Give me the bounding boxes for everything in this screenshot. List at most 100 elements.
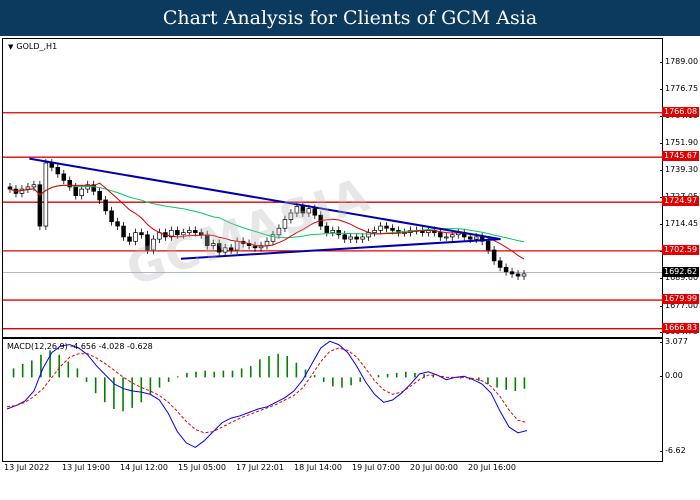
candle-body [372, 230, 377, 233]
level-price-flag: 1702.59 [662, 244, 700, 255]
candle-body [234, 240, 240, 251]
candle-body [252, 245, 258, 249]
candle-body [312, 208, 318, 216]
macd-panel[interactable]: MACD(12,26,9) -4.656 -4.028 -0.628 [2, 338, 663, 462]
time-tick-label: 19 Jul 07:00 [352, 463, 400, 472]
time-tick-label: 13 Jul 19:00 [62, 463, 110, 472]
candle-body [127, 236, 132, 242]
candle-body [7, 186, 13, 190]
macd-tick-label: 3.077 [660, 337, 700, 347]
price-tick-label: 1739.30 [660, 165, 700, 175]
candle-body [390, 227, 395, 231]
candle-body [450, 234, 455, 238]
macd-main-line [6, 340, 528, 448]
candle-body [133, 232, 138, 242]
macd-chart-svg [6, 340, 528, 448]
price-tick-label: 1789.00 [660, 57, 700, 67]
candle-body [473, 236, 479, 240]
candle-body [79, 188, 84, 196]
candle-body [342, 234, 347, 240]
candle-body [187, 230, 192, 233]
level-price-flag: 1666.83 [662, 322, 700, 333]
candle-body [491, 249, 497, 262]
time-tick-label: 13 Jul 2022 [4, 463, 50, 472]
candle-body [19, 188, 25, 194]
candle-body [193, 230, 198, 233]
time-tick-label: 20 Jul 16:00 [468, 463, 516, 472]
candle-body [139, 232, 144, 236]
candle-body [43, 162, 49, 227]
candle-body [300, 206, 306, 214]
candle-body [109, 210, 114, 223]
candle-body [204, 234, 210, 246]
chart-banner: Chart Analysis for Clients of GCM Asia [0, 0, 700, 36]
symbol-label: ▼ GOLD_,H1 [8, 42, 57, 51]
candle-body [121, 225, 126, 238]
candle-body [348, 236, 353, 240]
candle-body [198, 232, 204, 236]
price-axis: 1789.001776.751764.151751.901739.301727.… [660, 38, 700, 336]
candle-body [378, 225, 383, 231]
candle-body [282, 219, 288, 229]
candle-body [467, 236, 473, 240]
current-price-flag: 1692.62 [662, 266, 700, 277]
candle-body [360, 236, 365, 240]
macd-tick-label: -6.62 [660, 446, 700, 456]
candle-body [25, 186, 31, 190]
candle-body [515, 273, 521, 277]
candle-body [61, 173, 67, 181]
candle-body [509, 271, 515, 275]
candle-body [438, 232, 443, 238]
time-axis: 13 Jul 2022 13 Jul 19:00 14 Jul 12:00 15 Ju… [2, 461, 662, 475]
candle-body [503, 267, 509, 273]
time-tick-label: 14 Jul 12:00 [120, 463, 168, 472]
symbol-dropdown-icon[interactable]: ▼ [8, 43, 13, 51]
price-tick-label: 1776.75 [660, 84, 700, 94]
candle-body [216, 243, 222, 253]
candle-body [37, 184, 43, 227]
candle-body [103, 199, 108, 212]
time-tick-label: 15 Jul 05:00 [178, 463, 226, 472]
candle-body [444, 236, 449, 239]
macd-signal-line [6, 347, 528, 434]
candle-body [276, 227, 282, 236]
trendline-lower [180, 238, 501, 260]
level-price-flag: 1766.08 [662, 106, 700, 117]
time-tick-label: 18 Jul 14:00 [294, 463, 342, 472]
candle-body [497, 260, 503, 268]
candle-body [181, 232, 186, 236]
candle-body [222, 247, 228, 253]
candle-body [145, 234, 150, 251]
ma-slow-line [9, 184, 525, 243]
level-price-flag: 1679.99 [662, 294, 700, 305]
candle-body [264, 240, 270, 246]
level-price-flag: 1724.97 [662, 196, 700, 207]
candle-body [330, 230, 336, 233]
price-tick-label: 1714.45 [660, 219, 700, 229]
price-panel[interactable]: ▼ GOLD_,H1 [2, 38, 663, 338]
time-tick-label: 20 Jul 00:00 [410, 463, 458, 472]
candle-body [115, 221, 120, 227]
candle-body [210, 243, 216, 246]
candle-body [228, 247, 234, 251]
macd-label: MACD(12,26,9) -4.656 -4.028 -0.628 [7, 342, 153, 351]
candle-body [31, 184, 37, 188]
candle-body [55, 166, 61, 175]
macd-axis: 3.077 0.00 -6.62 [660, 337, 700, 460]
candle-body [521, 273, 527, 277]
candle-body [485, 240, 491, 251]
candle-body [324, 225, 330, 233]
price-chart-svg [3, 112, 662, 330]
symbol-text: GOLD_,H1 [16, 42, 58, 51]
time-tick-label: 17 Jul 22:01 [236, 463, 284, 472]
level-price-flag: 1745.67 [662, 151, 700, 162]
macd-tick-label: 0.00 [660, 371, 700, 381]
candle-body [384, 225, 389, 229]
chart-window: ▼GOLD_,H1 1789.001776.751764.151751.9017… [0, 36, 700, 500]
candle-body [175, 230, 180, 236]
candle-body [73, 186, 78, 196]
price-tick-label: 1751.90 [660, 138, 700, 148]
candle-body [336, 230, 341, 236]
candle-body [288, 212, 294, 220]
candle-body [306, 208, 312, 214]
